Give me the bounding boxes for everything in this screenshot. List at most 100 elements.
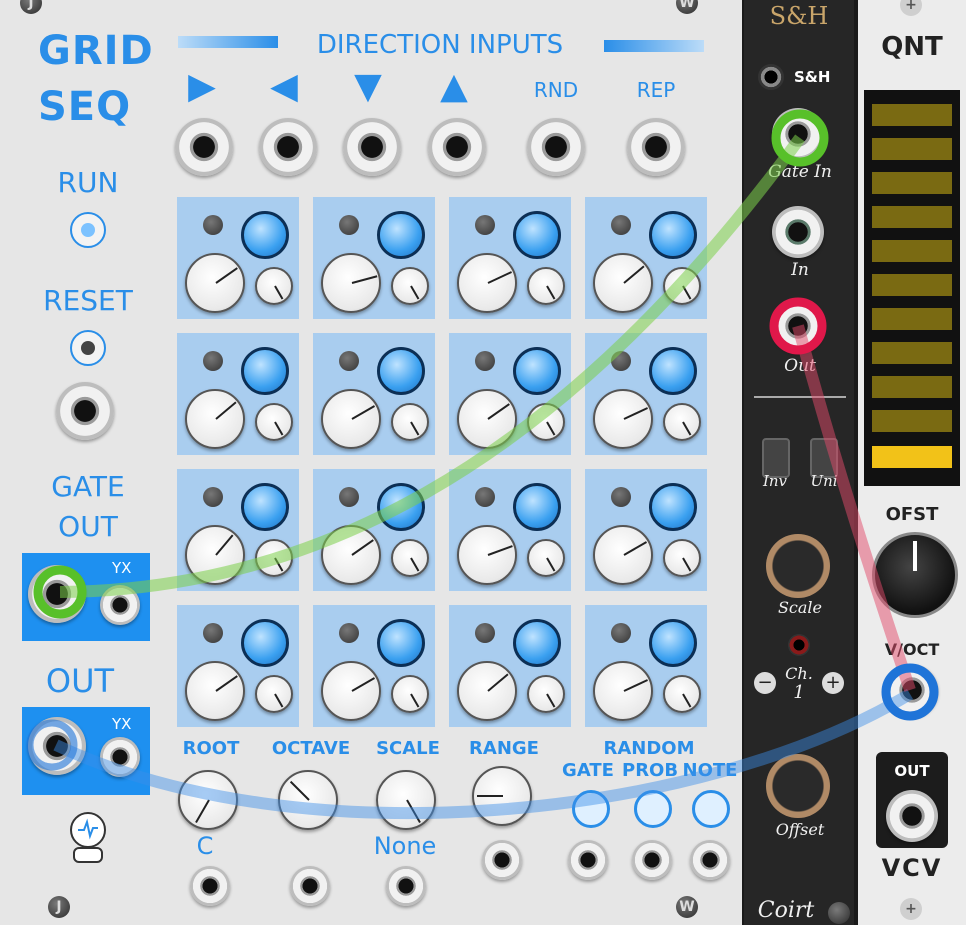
cv-output-jack[interactable]: [28, 717, 86, 775]
mascot-logo-icon: [60, 810, 116, 866]
scale-knob[interactable]: [376, 770, 436, 830]
inv-label: Inv: [762, 472, 788, 490]
step-probability-knob[interactable]: [255, 403, 293, 441]
out-jack[interactable]: [772, 300, 824, 352]
step-probability-knob[interactable]: [255, 267, 293, 305]
root-knob[interactable]: [178, 770, 238, 830]
gate-yx-output-jack[interactable]: [100, 585, 140, 625]
step-gate-button[interactable]: [241, 347, 289, 395]
step-cv-knob[interactable]: [593, 389, 653, 449]
step-gate-button[interactable]: [377, 619, 425, 667]
up-direction-input-jack[interactable]: [428, 118, 486, 176]
reset-button[interactable]: [70, 330, 106, 366]
step-probability-knob[interactable]: [527, 267, 565, 305]
step-led: [611, 215, 631, 235]
step-gate-button[interactable]: [377, 211, 425, 259]
step-gate-button[interactable]: [649, 347, 697, 395]
step-cv-knob[interactable]: [321, 525, 381, 585]
channel-cv-jack[interactable]: [788, 634, 810, 656]
step-probability-knob[interactable]: [663, 675, 701, 713]
step-probability-knob[interactable]: [391, 403, 429, 441]
step-probability-knob[interactable]: [527, 675, 565, 713]
step-cv-knob[interactable]: [457, 253, 517, 313]
step-gate-button[interactable]: [241, 619, 289, 667]
step-cv-knob[interactable]: [593, 253, 653, 313]
gate-output-jack[interactable]: [28, 565, 86, 623]
scale-knob[interactable]: [766, 534, 830, 598]
step-probability-knob[interactable]: [391, 675, 429, 713]
step-gate-button[interactable]: [513, 483, 561, 531]
step-cv-knob[interactable]: [457, 661, 517, 721]
right-direction-input-jack[interactable]: [175, 118, 233, 176]
left-direction-input-jack[interactable]: [259, 118, 317, 176]
in-jack[interactable]: [772, 206, 824, 258]
step-cv-knob[interactable]: [593, 525, 653, 585]
step-cv-knob[interactable]: [457, 525, 517, 585]
step-probability-knob[interactable]: [255, 675, 293, 713]
step-probability-knob[interactable]: [391, 267, 429, 305]
channel-label: Ch.: [785, 664, 813, 683]
random-prob-cv-input-jack[interactable]: [632, 840, 672, 880]
step-cell: [449, 197, 571, 319]
range-knob[interactable]: [472, 766, 532, 826]
down-direction-input-jack[interactable]: [343, 118, 401, 176]
cv-yx-output-jack[interactable]: [100, 737, 140, 777]
step-probability-knob[interactable]: [527, 403, 565, 441]
rnd-input-jack[interactable]: [527, 118, 585, 176]
random-note-button[interactable]: [692, 790, 730, 828]
random-prob-button[interactable]: [634, 790, 672, 828]
step-probability-knob[interactable]: [527, 539, 565, 577]
channel-minus-button[interactable]: −: [754, 672, 776, 694]
step-probability-knob[interactable]: [255, 539, 293, 577]
step-led: [203, 487, 223, 507]
step-gate-button[interactable]: [513, 347, 561, 395]
scale-cv-input-jack[interactable]: [386, 866, 426, 906]
step-gate-button[interactable]: [377, 483, 425, 531]
octave-cv-input-jack[interactable]: [290, 866, 330, 906]
step-cv-knob[interactable]: [321, 389, 381, 449]
step-cv-knob[interactable]: [185, 253, 245, 313]
step-gate-button[interactable]: [649, 619, 697, 667]
step-cv-knob[interactable]: [457, 389, 517, 449]
step-cv-knob[interactable]: [185, 661, 245, 721]
step-gate-button[interactable]: [241, 211, 289, 259]
step-led: [611, 623, 631, 643]
run-button[interactable]: [70, 212, 106, 248]
step-cv-knob[interactable]: [593, 661, 653, 721]
step-probability-knob[interactable]: [391, 539, 429, 577]
step-probability-knob[interactable]: [663, 403, 701, 441]
channel-plus-button[interactable]: +: [822, 672, 844, 694]
ofst-label: OFST: [885, 504, 939, 525]
step-cv-knob[interactable]: [185, 525, 245, 585]
random-gate-button[interactable]: [572, 790, 610, 828]
reset-input-jack[interactable]: [56, 382, 114, 440]
qnt-out-label: OUT: [894, 762, 930, 780]
offset-knob[interactable]: [766, 754, 830, 818]
step-gate-button[interactable]: [649, 483, 697, 531]
step-cv-knob[interactable]: [321, 661, 381, 721]
random-gate-cv-input-jack[interactable]: [568, 840, 608, 880]
vcv-logo: VCV: [881, 854, 943, 882]
sh-trigger-jack[interactable]: [758, 64, 784, 90]
random-note-cv-input-jack[interactable]: [690, 840, 730, 880]
step-gate-button[interactable]: [513, 619, 561, 667]
offset-knob[interactable]: [872, 532, 958, 618]
rep-input-jack[interactable]: [627, 118, 685, 176]
voct-input-jack[interactable]: [886, 664, 938, 716]
step-cv-knob[interactable]: [185, 389, 245, 449]
step-gate-button[interactable]: [649, 211, 697, 259]
qnt-out-jack[interactable]: [886, 790, 938, 842]
gate-in-jack[interactable]: [772, 108, 824, 160]
step-cell: [177, 469, 299, 591]
step-probability-knob[interactable]: [663, 539, 701, 577]
root-cv-input-jack[interactable]: [190, 866, 230, 906]
step-gate-button[interactable]: [513, 211, 561, 259]
step-probability-knob[interactable]: [663, 267, 701, 305]
range-cv-input-jack[interactable]: [482, 840, 522, 880]
step-gate-button[interactable]: [241, 483, 289, 531]
octave-knob[interactable]: [278, 770, 338, 830]
quantizer-keyboard[interactable]: [864, 90, 960, 486]
step-led: [475, 215, 495, 235]
step-cv-knob[interactable]: [321, 253, 381, 313]
step-gate-button[interactable]: [377, 347, 425, 395]
